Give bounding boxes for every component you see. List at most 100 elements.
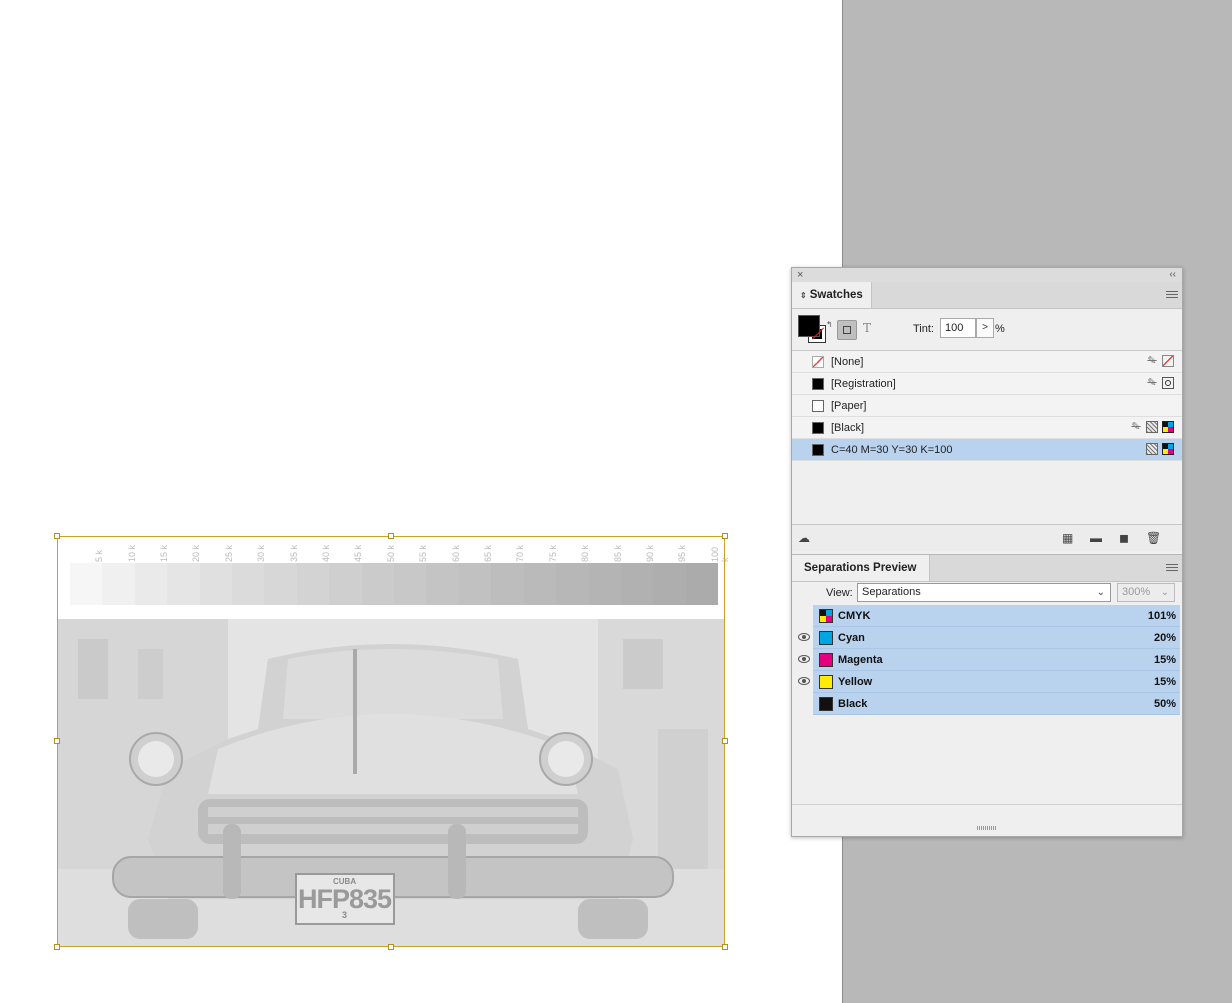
tint-label: Tint: [913,323,934,335]
tab-swatches-arrows-icon: ⇕ [800,291,807,300]
swatch-icons [1146,443,1174,457]
zoom-select[interactable]: 300% ⌄ [1117,583,1175,602]
view-label: View: [826,587,853,599]
swatch-chip [812,422,824,434]
swatch-row[interactable]: C=40 M=30 Y=30 K=100 [792,439,1182,461]
chevron-down-icon: ⌄ [1160,587,1169,598]
fill-stroke-proxy[interactable]: ↰ [798,315,833,345]
ink-percent: 15% [1153,654,1176,666]
swatch-chip [812,378,824,390]
eye-icon[interactable] [798,655,810,663]
swatch-chip [812,444,824,456]
ink-percent: 101% [1147,610,1176,622]
swatch-row[interactable]: [None] ✎ [792,351,1182,373]
cmyk-mode-icon [1162,421,1174,433]
ink-percent: 15% [1153,676,1176,688]
swatch-row[interactable]: [Black] ✎ [792,417,1182,439]
ink-row[interactable]: Black 50% [792,693,1182,715]
process-color-icon [1146,421,1158,433]
ink-list: CMYK 101% Cyan 20% Magenta 15% Yellow 15% Black 5… [792,605,1182,805]
ink-row[interactable]: Magenta 15% [792,649,1182,671]
new-color-group-icon[interactable]: ▬ [1090,531,1102,545]
eye-icon[interactable] [798,633,810,641]
formatting-affects-text-icon[interactable]: T [863,321,871,335]
swatches-tab-bar: ⇕ Swatches [792,282,1182,309]
frame-handle-top-center[interactable] [388,533,394,539]
swatch-views-icon[interactable]: ▦ [1062,531,1073,545]
tint-slider-toggle-icon[interactable]: > [976,318,994,338]
new-swatch-icon[interactable]: ◼ [1119,531,1129,545]
frame-handle-bottom-left[interactable] [54,944,60,950]
no-edit-icon: ✎ [1131,421,1141,433]
frame-handle-bottom-center[interactable] [388,944,394,950]
ink-name: Black [838,698,868,710]
cc-libraries-icon[interactable]: ☁ [798,531,810,545]
swatch-name: [Registration] [831,378,896,390]
view-select[interactable]: Separations ⌄ [857,583,1111,602]
ink-name: Magenta [838,654,883,666]
ink-chip [819,609,833,623]
swatch-list: [None] ✎ [Registration] ✎ [Paper] [Black] ✎ C=4… [792,350,1182,525]
swatches-panel-menu-icon[interactable] [1166,289,1178,299]
swatch-name: [None] [831,356,864,368]
chevron-down-icon: ⌄ [1096,587,1105,598]
separations-tab-bar: Separations Preview [792,554,1182,582]
tint-unit: % [995,323,1005,335]
ink-row[interactable]: Cyan 20% [792,627,1182,649]
separations-panel-menu-icon[interactable] [1166,562,1178,572]
tab-separations-preview[interactable]: Separations Preview [792,555,930,581]
ink-row-highlight [813,693,1180,715]
close-icon[interactable]: × [797,268,803,282]
ink-chip [819,697,833,711]
swatch-row[interactable]: [Paper] [792,395,1182,417]
resize-grip-icon[interactable] [977,826,997,830]
ink-row[interactable]: Yellow 15% [792,671,1182,693]
swatch-name: [Paper] [831,400,867,412]
view-select-value: Separations [862,586,921,598]
ink-name: Cyan [838,632,865,644]
separations-view-row: View: Separations ⌄ 300% ⌄ [792,581,1182,605]
frame-handle-middle-left[interactable] [54,738,60,744]
swatch-name: [Black] [831,422,865,434]
swatch-chip [812,400,824,412]
no-edit-icon: ✎ [1147,355,1157,367]
ink-name: CMYK [838,610,871,622]
ink-name: Yellow [838,676,873,688]
panel-resize-area[interactable] [792,804,1182,832]
swap-fill-stroke-icon[interactable]: ↰ [826,320,833,329]
swatch-icons: ✎ [1130,421,1174,435]
formatting-affects-container-icon[interactable] [837,320,857,340]
registration-icon [1162,377,1174,389]
ink-percent: 50% [1153,698,1176,710]
no-edit-icon: ✎ [1147,377,1157,389]
ink-row[interactable]: CMYK 101% [792,605,1182,627]
swatches-separations-panel: × ‹‹ ⇕ Swatches ↰ T Tint: 100 > % [None] ✎… [791,267,1183,837]
ink-percent: 20% [1153,632,1176,644]
frame-handle-bottom-right[interactable] [722,944,728,950]
ink-chip [819,653,833,667]
swatch-icons: ✎ [1146,355,1174,369]
process-color-icon [1146,443,1158,455]
collapse-icon[interactable]: ‹‹ [1169,268,1176,282]
tab-swatches[interactable]: ⇕ Swatches [792,282,872,308]
ink-row-highlight [813,627,1180,649]
swatch-name: C=40 M=30 Y=30 K=100 [831,444,953,456]
tint-input[interactable]: 100 [940,318,976,338]
frame-handle-top-left[interactable] [54,533,60,539]
zoom-select-value: 300% [1122,586,1151,598]
swatch-row[interactable]: [Registration] ✎ [792,373,1182,395]
cmyk-mode-icon [1162,443,1174,455]
frame-handle-top-right[interactable] [722,533,728,539]
eye-icon[interactable] [798,677,810,685]
swatches-footer: ☁ ▦ ▬ ◼ 🗑 [792,524,1182,551]
graphic-frame[interactable] [57,536,725,947]
swatch-controls: ↰ T Tint: 100 > % [792,308,1182,350]
delete-swatch-icon[interactable]: 🗑 [1146,531,1161,545]
swatch-chip [812,356,824,368]
panel-title-bar[interactable]: × ‹‹ [792,268,1182,283]
tab-swatches-label: Swatches [809,289,863,301]
ink-chip [819,675,833,689]
none-swatch-icon [1162,355,1174,367]
frame-handle-middle-right[interactable] [722,738,728,744]
ink-chip [819,631,833,645]
